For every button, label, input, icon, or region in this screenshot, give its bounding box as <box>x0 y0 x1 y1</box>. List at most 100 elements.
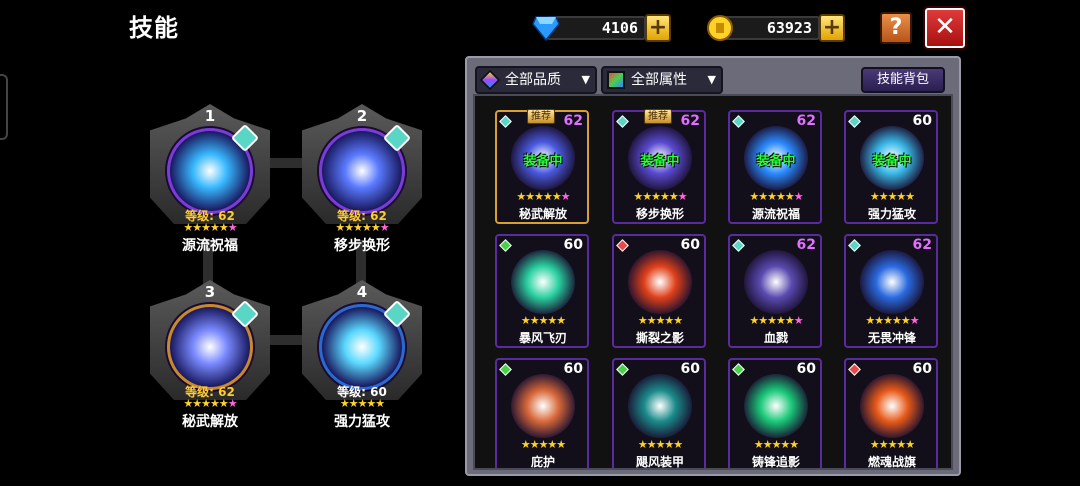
card-skill-name: 移步换形 <box>635 207 684 221</box>
gold-stars: ★★★★★ <box>637 314 683 327</box>
gold-stars: ★★★★★ <box>520 314 566 327</box>
card-level: 62 <box>563 113 583 129</box>
star-rating: ★★★★★ <box>497 314 589 327</box>
card-skill-name: 无畏冲锋 <box>867 331 916 345</box>
skill-bag-button[interactable]: 技能背包 <box>861 67 945 93</box>
gold-stars: ★★★★★ <box>865 314 910 327</box>
skill-icon <box>628 250 692 314</box>
gold-stars: ★★★★★ <box>869 190 915 203</box>
skill-card[interactable]: 60 ★★★★★ 庇护 <box>495 358 589 468</box>
close-button[interactable]: ✕ <box>923 6 967 50</box>
equipped-label: 装备中 <box>756 154 796 169</box>
attribute-filter-dropdown[interactable]: 全部属性 ▼ <box>601 66 723 94</box>
slot-skill-name: 移步换形 <box>334 238 390 254</box>
gold-stars: ★★★★★ <box>516 190 561 203</box>
attribute-gem-icon <box>616 363 629 376</box>
card-level: 60 <box>563 237 583 253</box>
card-skill-name: 血戮 <box>763 331 788 345</box>
page-title: 技能 <box>129 14 179 42</box>
skill-card[interactable]: 62 装备中 ★★★★★★ 源流祝福 <box>728 110 822 224</box>
pink-star-icon: ★ <box>560 190 571 203</box>
attribute-gem-icon <box>848 115 861 128</box>
card-skill-name: 铸锋追影 <box>751 455 800 469</box>
gold-stars: ★★★★★ <box>753 438 799 451</box>
skill-icon <box>511 374 575 438</box>
attribute-gem-icon <box>848 363 861 376</box>
slot-number: 1 <box>204 107 216 125</box>
star-rating: ★★★★★ <box>730 438 822 451</box>
skill-inventory-panel: 全部品质 ▼ 全部属性 ▼ 技能背包 62 推荐 装备中 ★★★★★★ 秘武解放 62 推荐… <box>465 56 961 476</box>
star-rating: ★★★★★ <box>322 397 402 410</box>
skill-icon <box>860 250 924 314</box>
recommended-badge: 推荐 <box>527 109 555 124</box>
skill-card[interactable]: 60 ★★★★★ 飓风装甲 <box>612 358 706 469</box>
card-level: 60 <box>796 361 816 377</box>
skill-card[interactable]: 62 ★★★★★★ 无畏冲锋 <box>844 234 938 348</box>
gold-stars: ★★★★★ <box>183 397 228 410</box>
diamond-icon <box>532 16 560 41</box>
pink-star-icon: ★ <box>379 221 390 234</box>
gold-stars: ★★★★★ <box>869 438 915 451</box>
skill-card[interactable]: 62 推荐 装备中 ★★★★★★ 秘武解放 <box>495 109 589 224</box>
skill-card[interactable]: 60 ★★★★★ 撕裂之影 <box>612 234 706 348</box>
equipped-slot-4[interactable]: 4 等级: 60 ★★★★★ 强力猛攻 <box>297 280 427 430</box>
gold-currency: 63923 + <box>706 13 848 43</box>
equipped-slot-1[interactable]: 1 等级: 62 ★★★★★★ 源流祝福 <box>145 104 275 254</box>
diamond-amount: 4106 <box>546 16 646 40</box>
pink-star-icon: ★ <box>909 314 920 327</box>
skill-card[interactable]: 60 ★★★★★ 暴风飞刃 <box>495 234 589 348</box>
equipped-slot-3[interactable]: 3 等级: 62 ★★★★★★ 秘武解放 <box>145 280 275 430</box>
equipped-slot-2[interactable]: 2 等级: 62 ★★★★★★ 移步换形 <box>297 104 427 254</box>
chevron-down-icon: ▼ <box>581 73 590 86</box>
card-level: 62 <box>796 113 816 129</box>
card-level: 60 <box>680 237 700 253</box>
quality-filter-label: 全部品质 <box>505 72 561 88</box>
attribute-icon <box>607 71 625 89</box>
gold-stars: ★★★★★ <box>749 190 794 203</box>
screen-edge-notch <box>0 74 8 140</box>
slot-number: 2 <box>356 107 368 125</box>
attribute-gem-icon <box>616 115 629 128</box>
skill-card[interactable]: 62 ★★★★★★ 血戮 <box>728 234 822 348</box>
gold-stars: ★★★★★ <box>749 314 794 327</box>
attribute-gem-icon <box>732 239 745 252</box>
add-gold-button[interactable]: + <box>819 14 845 42</box>
skill-icon <box>744 374 808 438</box>
card-level: 62 <box>796 237 816 253</box>
card-skill-name: 强力猛攻 <box>867 207 916 221</box>
gold-stars: ★★★★★ <box>183 221 228 234</box>
quality-filter-dropdown[interactable]: 全部品质 ▼ <box>475 66 597 94</box>
card-skill-name: 飓风装甲 <box>635 455 684 469</box>
card-level: 62 <box>680 113 700 129</box>
attribute-gem-icon <box>499 115 512 128</box>
skill-icon <box>511 250 575 314</box>
gold-coin-icon <box>707 15 733 41</box>
star-rating: ★★★★★ <box>846 438 938 451</box>
help-button[interactable]: ? <box>880 12 912 44</box>
diamond-currency: 4106 + <box>532 13 674 43</box>
skill-grid: 62 推荐 装备中 ★★★★★★ 秘武解放 62 推荐 装备中 ★★★★★★ 移步换形 62 装备中 ★… <box>473 94 953 470</box>
pink-star-icon: ★ <box>677 190 688 203</box>
card-level: 62 <box>912 237 932 253</box>
card-level: 60 <box>912 113 932 129</box>
gold-stars: ★★★★★ <box>335 221 380 234</box>
quality-icon <box>479 69 501 91</box>
skill-card[interactable]: 60 ★★★★★ 铸锋追影 <box>728 358 822 469</box>
star-rating: ★★★★★★ <box>846 314 938 327</box>
gold-stars: ★★★★★ <box>637 438 683 451</box>
star-rating: ★★★★★★ <box>614 190 706 203</box>
attribute-gem-icon <box>616 239 629 252</box>
skill-icon <box>860 374 924 438</box>
add-diamonds-button[interactable]: + <box>645 14 671 42</box>
gold-stars: ★★★★★ <box>633 190 678 203</box>
pink-star-icon: ★ <box>227 397 238 410</box>
skill-card[interactable]: 60 装备中 ★★★★★ 强力猛攻 <box>844 110 938 224</box>
attribute-gem-icon <box>499 239 512 252</box>
pink-star-icon: ★ <box>793 190 804 203</box>
skill-card[interactable]: 62 推荐 装备中 ★★★★★★ 移步换形 <box>612 109 706 224</box>
skill-card[interactable]: 60 ★★★★★ 燃魂战旗 <box>844 358 938 469</box>
card-skill-name: 秘武解放 <box>518 207 567 221</box>
skill-icon <box>744 250 808 314</box>
attribute-filter-label: 全部属性 <box>631 72 687 88</box>
card-skill-name: 燃魂战旗 <box>867 455 916 469</box>
